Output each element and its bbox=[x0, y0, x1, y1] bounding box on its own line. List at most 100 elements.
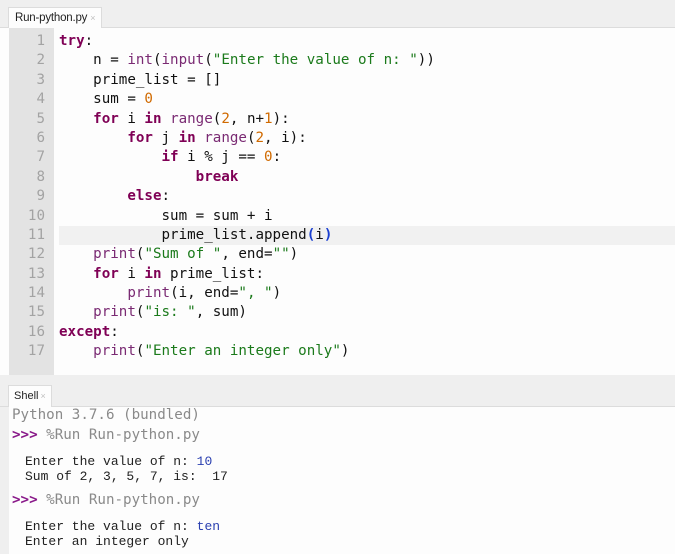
code-line[interactable]: 5 for i in range(2, n+1): bbox=[0, 110, 675, 129]
number-token: 1 bbox=[264, 110, 273, 127]
code-token: : bbox=[272, 149, 282, 166]
code-line[interactable]: 14 print(i, end=", ") bbox=[0, 284, 675, 303]
tab-shell[interactable]: Shell × bbox=[8, 385, 52, 407]
code-text: if i % j == 0: bbox=[59, 148, 675, 167]
shell-output-line: Enter the value of n: ten bbox=[25, 519, 220, 534]
code-token: n = bbox=[59, 52, 128, 69]
code-token: : bbox=[110, 323, 119, 340]
shell-tab-bar: Shell × bbox=[0, 376, 675, 407]
code-text: else: bbox=[59, 187, 675, 206]
code-line[interactable]: 1 try: bbox=[0, 32, 675, 51]
close-icon[interactable]: × bbox=[40, 391, 45, 401]
code-line[interactable]: 3 prime_list = [] bbox=[0, 71, 675, 90]
keyword-token: for bbox=[127, 129, 153, 146]
keyword-token: in bbox=[144, 265, 162, 282]
user-input-value: ten bbox=[196, 519, 221, 534]
line-number: 13 bbox=[27, 265, 45, 282]
code-token: prime_list = [] bbox=[59, 71, 222, 88]
builtin-token: range bbox=[204, 129, 247, 146]
close-icon[interactable]: × bbox=[90, 13, 95, 23]
code-line[interactable]: 4 sum = 0 bbox=[0, 90, 675, 109]
string-token: "Enter the value of n: " bbox=[212, 52, 418, 69]
code-token: sum = bbox=[59, 91, 145, 108]
code-line[interactable]: 7 if i % j == 0: bbox=[0, 148, 675, 167]
shell-output-line: Enter the value of n: 10 bbox=[25, 454, 212, 469]
code-text: break bbox=[59, 168, 675, 187]
code-token: j bbox=[152, 129, 179, 146]
line-number: 6 bbox=[36, 129, 45, 146]
shell-prompt: >>> bbox=[12, 427, 38, 443]
code-line[interactable]: 8 break bbox=[0, 168, 675, 187]
shell-command: %Run Run-python.py bbox=[37, 492, 200, 508]
keyword-token: if bbox=[161, 149, 179, 166]
code-token: ( bbox=[204, 52, 213, 69]
builtin-token: range bbox=[170, 110, 213, 127]
code-text: print(i, end=", ") bbox=[59, 284, 675, 303]
string-token: "" bbox=[272, 246, 290, 263]
builtin-token: print bbox=[93, 304, 136, 321]
code-token: ( bbox=[246, 129, 256, 146]
code-text: try: bbox=[59, 32, 675, 51]
shell-prompt: >>> bbox=[12, 492, 38, 508]
line-number: 17 bbox=[27, 343, 45, 360]
code-line[interactable]: 11 prime_list.append(i) bbox=[0, 225, 675, 246]
code-line[interactable]: 2 n = int(input("Enter the value of n: "… bbox=[0, 51, 675, 70]
line-number: 14 bbox=[27, 285, 45, 302]
keyword-token: in bbox=[144, 110, 162, 127]
code-line[interactable]: 6 for j in range(2, i): bbox=[0, 129, 675, 148]
code-token: ) bbox=[272, 285, 282, 302]
line-number: 16 bbox=[27, 323, 45, 340]
code-token: prime_list: bbox=[161, 265, 265, 282]
code-text: sum = 0 bbox=[59, 90, 675, 109]
line-number: 9 bbox=[36, 188, 45, 205]
line-number: 4 bbox=[36, 91, 45, 108]
string-token: "is: " bbox=[144, 304, 196, 321]
builtin-token: print bbox=[93, 343, 136, 360]
code-token: sum = sum + i bbox=[59, 207, 273, 224]
shell-console[interactable]: Python 3.7.6 (bundled) >>> %Run Run-pyth… bbox=[9, 407, 675, 554]
shell-output-line: Sum of 2, 3, 5, 7, is: 17 bbox=[25, 469, 228, 484]
line-number: 10 bbox=[27, 207, 45, 224]
shell-version-header: Python 3.7.6 (bundled) bbox=[12, 407, 200, 423]
code-token: i % j == bbox=[178, 149, 265, 166]
code-line[interactable]: 16 except: bbox=[0, 323, 675, 342]
code-token: : bbox=[84, 33, 94, 49]
bracket-match-token: ) bbox=[323, 226, 333, 243]
code-text: for j in range(2, i): bbox=[59, 129, 675, 148]
code-token: : bbox=[161, 188, 171, 205]
keyword-token: else bbox=[127, 188, 162, 205]
line-number: 1 bbox=[36, 33, 45, 49]
code-token: ) bbox=[340, 343, 350, 360]
input-prompt-text: Enter the value of n: bbox=[25, 454, 197, 469]
line-number: 12 bbox=[27, 246, 45, 263]
line-number: 8 bbox=[36, 168, 45, 185]
code-token: ): bbox=[272, 110, 290, 127]
code-text: for i in range(2, n+1): bbox=[59, 110, 675, 129]
code-token: prime_list.append bbox=[59, 226, 307, 243]
code-text: print("Sum of ", end="") bbox=[59, 245, 675, 264]
code-line[interactable]: 12 print("Sum of ", end="") bbox=[0, 245, 675, 264]
code-line[interactable]: 9 else: bbox=[0, 187, 675, 206]
number-token: 0 bbox=[264, 149, 273, 166]
code-token: , sum) bbox=[195, 304, 247, 321]
code-token: , i): bbox=[264, 129, 307, 146]
keyword-token: except bbox=[59, 323, 111, 340]
tab-run-python[interactable]: Run-python.py × bbox=[8, 7, 103, 28]
code-line[interactable]: 17 print("Enter an integer only") bbox=[0, 342, 675, 361]
code-text: print("is: ", sum) bbox=[59, 303, 675, 322]
code-line[interactable]: 13 for i in prime_list: bbox=[0, 265, 675, 284]
code-editor[interactable]: 1 try: 2 n = int(input("Enter the value of… bbox=[0, 28, 675, 375]
code-text: prime_list = [] bbox=[59, 71, 675, 90]
code-line[interactable]: 10 sum = sum + i bbox=[0, 207, 675, 226]
shell-command: %Run Run-python.py bbox=[37, 427, 200, 443]
code-line[interactable]: 15 print("is: ", sum) bbox=[0, 303, 675, 322]
code-text: except: bbox=[59, 323, 675, 342]
bracket-match-token: ( bbox=[306, 226, 316, 243]
